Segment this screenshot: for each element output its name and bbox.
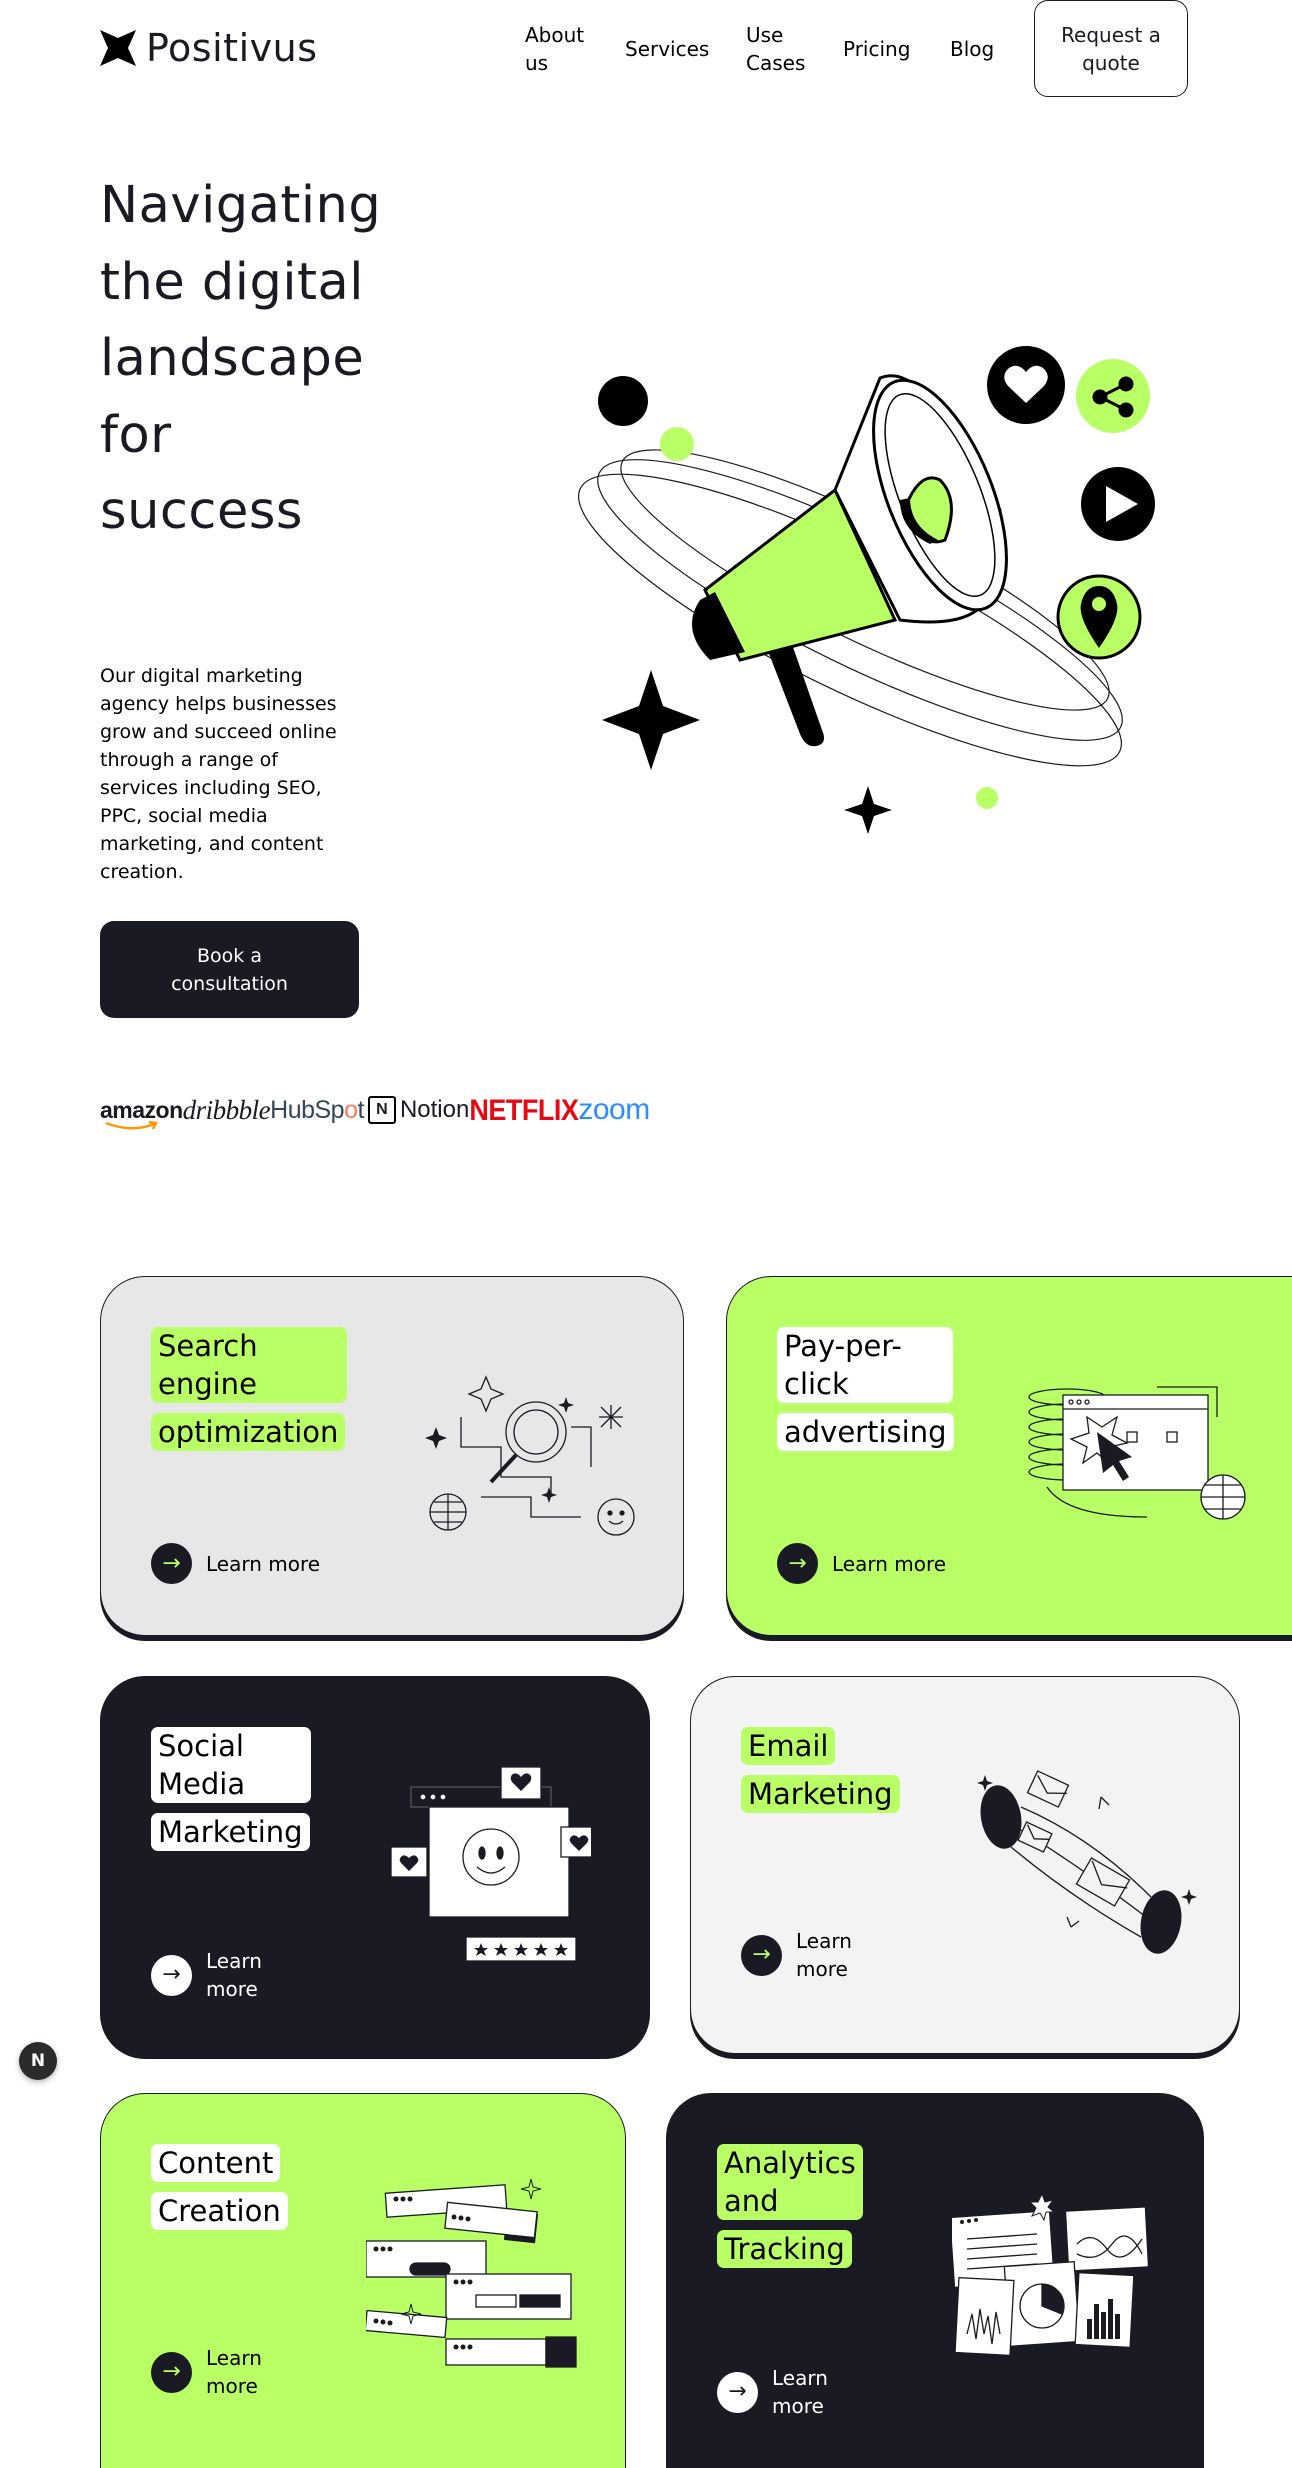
service-card-content[interactable]: Content Creation → Learn more (100, 2093, 626, 2468)
amazon-smile-icon (105, 1120, 158, 1130)
brand-logo[interactable]: Positivus (100, 26, 318, 70)
card-title-line-2: advertising (777, 1413, 954, 1451)
analytics-illustration (952, 2194, 1150, 2357)
notion-logo: N Notion (367, 1096, 470, 1124)
hubspot-logo-part-1: HubSp (270, 1095, 345, 1124)
notion-logo-text: Notion (399, 1096, 470, 1123)
nav-link-services[interactable]: Services (625, 35, 709, 63)
card-title-line-1: Search engine (151, 1327, 347, 1403)
service-card-email[interactable]: Email Marketing → Learn more (690, 1676, 1240, 2054)
card-title: Pay-per-click advertising (777, 1327, 954, 1451)
seo-illustration (425, 1375, 635, 1536)
learn-more-label: Learn more (796, 1929, 852, 1981)
learn-more-link[interactable]: → Learn more (777, 1543, 946, 1584)
card-title-line-1: Content (151, 2144, 281, 2182)
service-card-social-media[interactable]: Social Media Marketing → Learn more (100, 1676, 650, 2054)
learn-more-link[interactable]: → Learn more (741, 1927, 866, 1983)
learn-more-label: Learn more (832, 1551, 947, 1576)
card-title-line-1: Analytics and (717, 2144, 863, 2220)
hubspot-logo-part-2: t (357, 1095, 365, 1124)
amazon-logo-text: amazon (100, 1096, 183, 1123)
megaphone-illustration (578, 346, 1155, 834)
ppc-illustration (1028, 1386, 1246, 1520)
learn-more-link[interactable]: → Learn more (717, 2364, 842, 2420)
card-title: Search engine optimization (151, 1327, 347, 1451)
book-consultation-button[interactable]: Book a consultation (100, 921, 359, 1018)
email-illustration (977, 1770, 1197, 1954)
card-title-line-1: Email (741, 1727, 836, 1765)
logo-star-icon (100, 30, 136, 66)
hubspot-logo-sprocket: o (344, 1095, 358, 1124)
nav-link-use-cases[interactable]: Use Cases (746, 21, 816, 77)
learn-more-link[interactable]: → Learn more (151, 1543, 320, 1584)
learn-more-label: Learn more (206, 1949, 262, 2001)
arrow-right-icon: → (151, 1954, 192, 1996)
learn-more-label: Learn more (206, 2346, 262, 2398)
card-title: Social Media Marketing (151, 1727, 311, 1851)
arrow-right-icon: → (777, 1543, 818, 1584)
hero-description: Our digital marketing agency helps busin… (100, 665, 337, 883)
learn-more-label: Learn more (206, 1551, 321, 1576)
service-card-ppc[interactable]: Pay-per-click advertising → Learn more (726, 1276, 1292, 1636)
nav-link-about[interactable]: About us (525, 21, 595, 77)
card-title-line-1: Pay-per-click (777, 1327, 953, 1403)
card-title: Content Creation (151, 2144, 288, 2230)
learn-more-label: Learn more (772, 2366, 828, 2418)
learn-more-link[interactable]: → Learn more (151, 1947, 276, 2003)
card-title: Email Marketing (741, 1727, 900, 1813)
card-title-line-1: Social Media (151, 1727, 311, 1803)
amazon-logo: amazon (100, 1096, 183, 1130)
card-title-line-2: Marketing (151, 1813, 310, 1851)
card-title-line-2: Tracking (717, 2230, 852, 2268)
content-illustration (366, 2179, 577, 2368)
hubspot-logo: HubSpot (270, 1096, 364, 1125)
social-illustration (391, 1767, 591, 1962)
nav-link-blog[interactable]: Blog (950, 35, 994, 63)
arrow-right-icon: → (151, 2351, 192, 2393)
hero-title: Navigating the digital landscape for suc… (100, 176, 382, 541)
card-title-line-2: optimization (151, 1413, 346, 1451)
brand-name: Positivus (146, 26, 318, 70)
arrow-right-icon: → (151, 1543, 192, 1584)
learn-more-link[interactable]: → Learn more (151, 2344, 276, 2400)
notion-mark-icon: N (367, 1096, 396, 1124)
arrow-right-icon: → (717, 2371, 758, 2413)
client-logos: amazon dribbble HubSpot N Notion NETFLIX… (100, 1090, 650, 1130)
card-title-line-2: Creation (151, 2192, 288, 2230)
nav-link-pricing[interactable]: Pricing (843, 35, 910, 63)
framework-badge[interactable]: N (19, 2042, 57, 2080)
service-card-seo[interactable]: Search engine optimization → Learn more (100, 1276, 684, 1636)
netflix-logo: NETFLIX (469, 1092, 579, 1126)
card-title: Analytics and Tracking (717, 2144, 863, 2268)
top-navigation: Positivus About us Services Use Cases Pr… (0, 0, 1292, 100)
card-title-line-2: Marketing (741, 1775, 900, 1813)
service-card-analytics[interactable]: Analytics and Tracking → Learn more (666, 2093, 1204, 2468)
zoom-logo: zoom (578, 1093, 650, 1126)
dribbble-logo: dribbble (182, 1094, 271, 1125)
request-quote-button[interactable]: Request a quote (1034, 0, 1188, 97)
arrow-right-icon: → (741, 1934, 782, 1976)
